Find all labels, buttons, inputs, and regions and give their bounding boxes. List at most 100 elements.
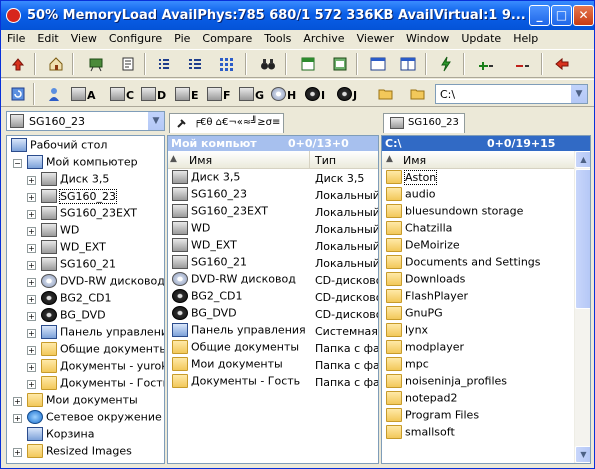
file-row[interactable]: SG160_23EXT Локальный (172, 204, 378, 221)
chevron-down-icon[interactable]: ▼ (147, 112, 164, 130)
folder-tree[interactable]: Рабочий стол − Мой компьютер + Диск 3,5 + SG16… (6, 135, 165, 464)
menu-compare[interactable]: Compare (196, 30, 258, 45)
tree-item[interactable]: Панель управления (41, 325, 164, 342)
tree-item[interactable]: BG2_CD1 (41, 291, 112, 308)
folder-row[interactable]: audio (386, 187, 435, 204)
tree-expander[interactable]: + (27, 176, 36, 185)
tree-expander[interactable]: − (13, 159, 22, 168)
column-name[interactable]: Имя (403, 154, 426, 167)
drive-button-g[interactable]: G (239, 84, 264, 104)
tree-item[interactable]: SG160_21 (41, 257, 116, 274)
drive-button-d[interactable]: D (141, 84, 166, 104)
minimize-button[interactable]: _ (529, 5, 550, 26)
drive-button-c[interactable]: C (110, 84, 134, 104)
right-file-panel[interactable]: C:\ 0+0/19+15 ▲ Имя Aston audio bluesundow… (381, 135, 591, 464)
tree-expander[interactable]: + (27, 363, 36, 372)
single-panel-button[interactable] (367, 54, 389, 74)
tree-expander[interactable]: + (27, 329, 36, 338)
refresh-button[interactable] (7, 84, 29, 104)
properties-button[interactable] (117, 54, 139, 74)
folder-row[interactable]: mpc (386, 357, 429, 374)
file-row[interactable]: WD_EXT Локальный (172, 238, 378, 255)
user-button[interactable] (43, 84, 65, 104)
tree-item[interactable]: DVD-RW дисковод (41, 274, 164, 291)
scroll-up-button[interactable]: ▲ (575, 151, 590, 168)
file-row[interactable]: Документы - ГостьПапка с фай (172, 374, 378, 391)
tree-expander[interactable]: + (13, 448, 22, 457)
icons-view-button[interactable] (215, 54, 237, 74)
excel-export-button[interactable] (297, 54, 319, 74)
file-row[interactable]: BG_DVDCD-дисковод (172, 306, 378, 323)
menu-window[interactable]: Window (400, 30, 455, 45)
tree-expander[interactable]: + (27, 244, 36, 253)
column-type[interactable]: Тип (315, 154, 336, 167)
folder-row[interactable]: DeMoirize (386, 238, 460, 255)
tree-expander[interactable]: + (27, 261, 36, 270)
up-folder-button[interactable] (7, 54, 29, 74)
folder-row[interactable]: Documents and Settings (386, 255, 541, 272)
add-to-list-button[interactable] (475, 54, 497, 74)
menu-pie[interactable]: Pie (168, 30, 196, 45)
file-row[interactable]: SG160_23 Локальный (172, 187, 378, 204)
tab-my-computer[interactable]: ╒€θ ⌂€¬«≈╝≥σ≡ (169, 113, 284, 133)
folder-row[interactable]: GnuPG (386, 306, 443, 323)
open-folder-button[interactable] (375, 84, 397, 104)
tree-item[interactable]: Мои документы (27, 393, 138, 410)
maximize-button[interactable]: □ (551, 5, 572, 26)
tree-item[interactable]: Рабочий стол (11, 138, 107, 155)
path-combo[interactable]: C:\ ▼ (435, 84, 588, 104)
file-row[interactable]: BG2_CD1CD-дисковод (172, 289, 378, 306)
network-drive-button[interactable] (85, 54, 107, 74)
menu-help[interactable]: Help (507, 30, 544, 45)
tree-expander[interactable]: + (13, 397, 22, 406)
menu-update[interactable]: Update (455, 30, 507, 45)
folder-row[interactable]: lynx (386, 323, 428, 340)
folder-row[interactable]: noiseninja_profiles (386, 374, 507, 391)
drive-button-a[interactable]: A (71, 84, 96, 104)
drive-button-j[interactable]: J (337, 84, 357, 104)
folder-row[interactable]: Downloads (386, 272, 465, 289)
drive-button-e[interactable]: E (175, 84, 199, 104)
tree-item[interactable]: Мой компьютер (27, 155, 138, 172)
tree-item[interactable]: Общие документы (41, 342, 164, 359)
menu-edit[interactable]: Edit (31, 30, 64, 45)
tree-item[interactable]: SG160_23EXT (41, 206, 137, 223)
tree-item[interactable]: Документы - Гость (41, 376, 164, 393)
menu-file[interactable]: File (1, 30, 31, 45)
quick-action-button[interactable] (435, 54, 457, 74)
tree-item[interactable]: SG160_23 (41, 188, 117, 206)
folder-row[interactable]: FlashPlayer (386, 289, 468, 306)
tree-item[interactable]: BG_DVD (41, 308, 106, 325)
folder-row[interactable]: smallsoft (386, 425, 455, 442)
tree-item[interactable]: Resized Images (27, 444, 132, 461)
file-row[interactable]: Общие документыПапка с фай (172, 340, 378, 357)
tree-item[interactable]: Документы - yurok (41, 359, 164, 376)
viewer-button[interactable] (329, 54, 351, 74)
folder-row[interactable]: notepad2 (386, 391, 458, 408)
menu-view[interactable]: View (65, 30, 103, 45)
right-scrollbar[interactable]: ▲ ▼ (574, 151, 590, 463)
tree-expander[interactable]: + (13, 414, 22, 423)
tree-expander[interactable]: + (27, 295, 36, 304)
file-row[interactable]: Панель управленияСистемная п (172, 323, 378, 340)
dual-panel-button[interactable] (397, 54, 419, 74)
title-bar[interactable]: 50% MemoryLoad AvailPhys:785 680/1 572 3… (1, 1, 594, 30)
tree-expander[interactable]: + (27, 210, 36, 219)
app-icon[interactable] (6, 8, 21, 23)
file-row[interactable]: Мои документыПапка с фай (172, 357, 378, 374)
remove-from-list-button[interactable] (511, 54, 533, 74)
column-name[interactable]: Имя (189, 154, 212, 167)
scroll-down-button[interactable]: ▼ (575, 446, 590, 463)
drive-button-i[interactable]: I (305, 84, 325, 104)
folder-button[interactable] (407, 84, 429, 104)
drive-button-h[interactable]: H (271, 84, 296, 104)
menu-configure[interactable]: Configure (103, 30, 168, 45)
file-row[interactable]: WD Локальный (172, 221, 378, 238)
tree-expander[interactable]: + (27, 380, 36, 389)
scroll-thumb[interactable] (575, 169, 590, 309)
folder-row[interactable]: Program Files (386, 408, 479, 425)
tree-drive-combo[interactable]: SG160_23 ▼ (6, 111, 165, 131)
details-view-button[interactable] (184, 54, 206, 74)
file-row[interactable]: Диск 3,5 Диск 3,5 (172, 170, 378, 187)
tab-sg160-23[interactable]: SG160_23 (383, 113, 465, 133)
